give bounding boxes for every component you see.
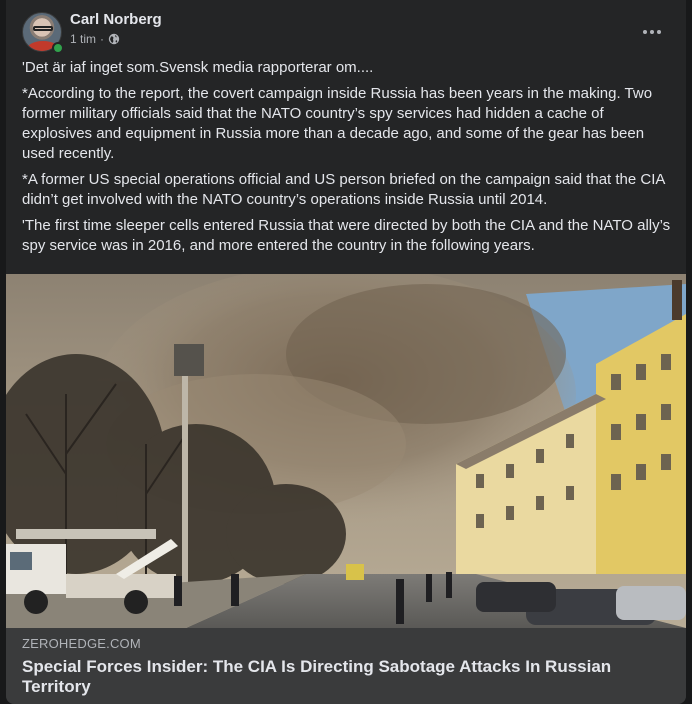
author-name[interactable]: Carl Norberg xyxy=(70,11,162,28)
link-title[interactable]: Special Forces Insider: The CIA Is Direc… xyxy=(22,657,670,697)
more-dot xyxy=(650,30,654,34)
link-domain: ZEROHEDGE.COM xyxy=(22,636,141,651)
more-options-button[interactable] xyxy=(634,14,670,50)
post-time[interactable]: 1 tim xyxy=(70,32,96,46)
post-paragraph: 'Det är iaf inget som.Svensk media rappo… xyxy=(22,59,374,76)
post-paragraph: *A former US special operations official… xyxy=(22,171,665,208)
post-paragraph: *According to the report, the covert cam… xyxy=(22,85,653,162)
more-options-icon xyxy=(643,30,647,34)
post-header: Carl Norberg 1 tim · xyxy=(22,10,670,54)
avatar-glasses xyxy=(33,26,53,31)
street-smoke-photo xyxy=(6,274,686,628)
post-text: 'Det är iaf inget som.Svensk media rappo… xyxy=(22,58,672,262)
post-paragraph: 'The first time sleeper cells entered Ru… xyxy=(22,217,671,254)
more-dot xyxy=(657,30,661,34)
link-preview-image[interactable] xyxy=(6,274,686,628)
meta-separator: · xyxy=(100,32,105,46)
globe-icon[interactable] xyxy=(108,33,120,45)
post-card: Carl Norberg 1 tim · 'Det är iaf inget s… xyxy=(6,0,686,704)
online-status-indicator xyxy=(52,42,64,54)
post-meta: 1 tim · xyxy=(70,32,120,46)
link-preview[interactable]: ZEROHEDGE.COM Special Forces Insider: Th… xyxy=(6,628,686,704)
